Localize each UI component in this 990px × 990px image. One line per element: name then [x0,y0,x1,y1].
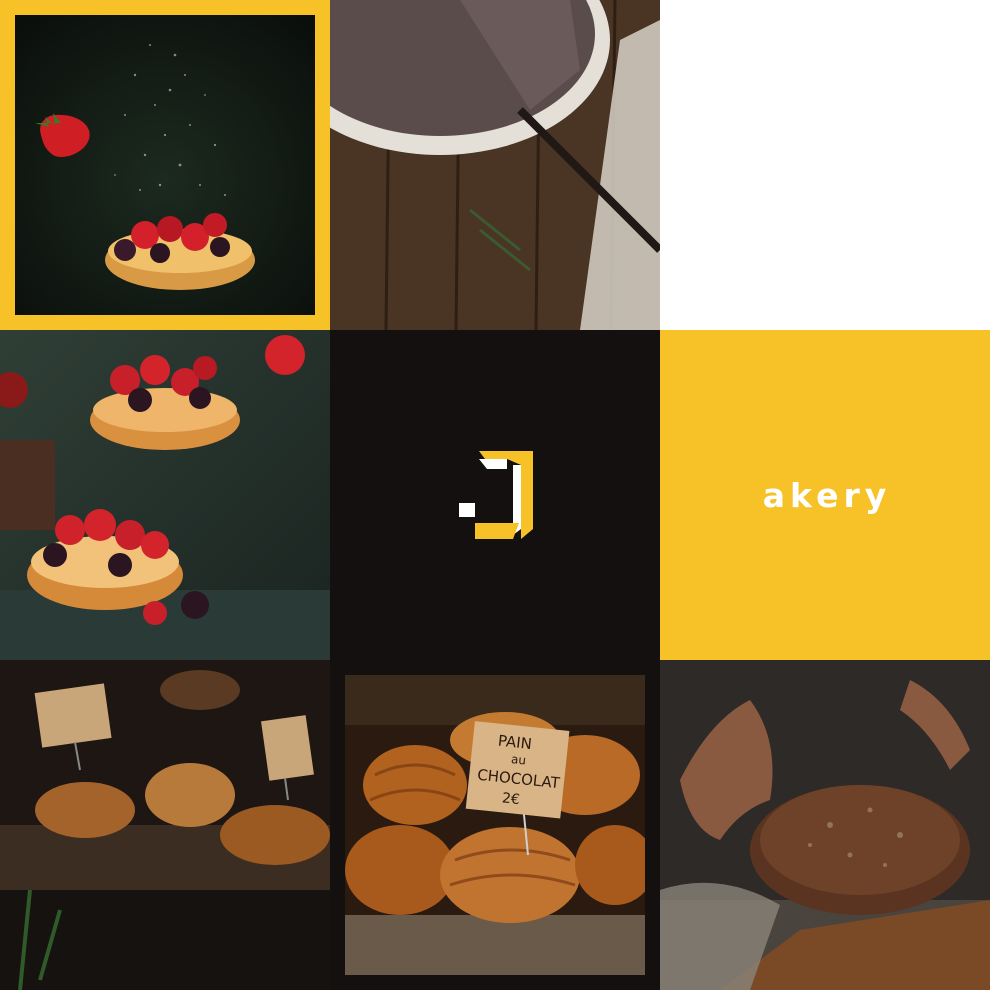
collage-grid: akery PAIN au CHOCOLAT 2€ [0,0,990,990]
j-monogram-icon [459,451,533,539]
pain-au-chocolat-photo: PAIN au CHOCOLAT 2€ [345,675,645,975]
logo-tile [330,330,660,660]
chocolate-cake-photo [330,0,660,330]
pain-au-chocolat-tile: PAIN au CHOCOLAT 2€ [330,660,660,990]
pastry-display-tile [0,660,330,990]
sign-line-1: PAIN [497,732,533,753]
sourdough-bread-photo [660,660,990,990]
sign-line-4: 2€ [501,790,520,808]
berry-tarts-tile [0,330,330,660]
chocolate-cake-tile [330,0,660,330]
brand-name: akery [762,475,892,515]
berry-tarts-photo [0,330,330,660]
strawberry-tart-photo [15,15,315,315]
sourdough-bread-tile [660,660,990,990]
strawberry-tart-tile [0,0,330,330]
pastry-display-photo [0,660,330,990]
sign-line-2: au [510,752,526,767]
brand-name-tile: akery [660,330,990,660]
blank-white-tile [660,0,990,330]
